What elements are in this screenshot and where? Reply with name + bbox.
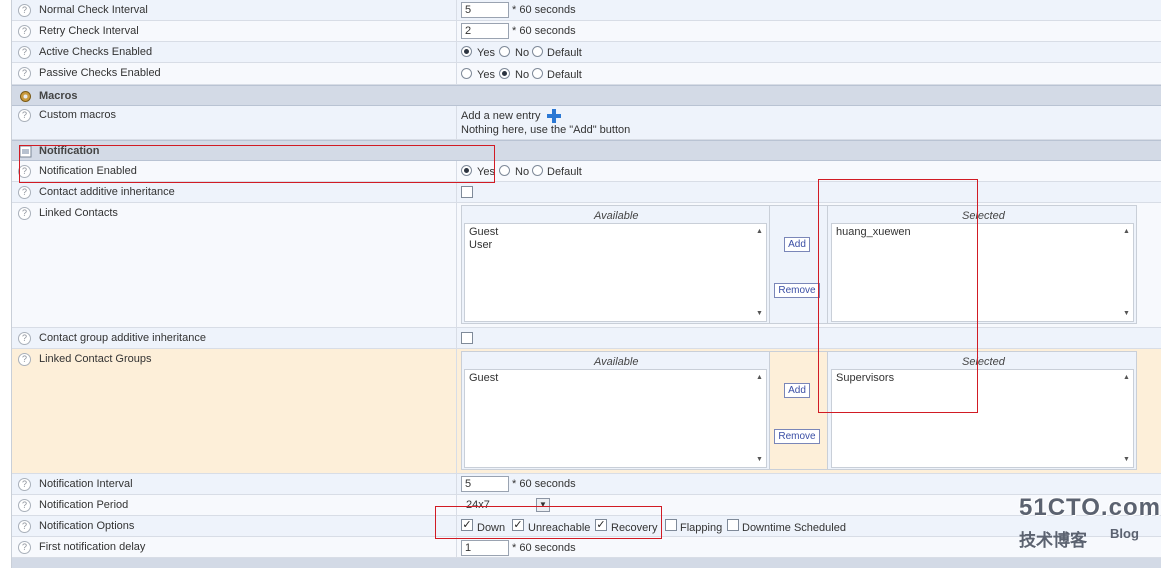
contact-group-additive-label: Contact group additive inheritance [39,332,206,344]
list-item[interactable]: Guest [469,226,498,238]
add-group-button[interactable]: Add [784,383,810,398]
notification-enabled-default-label: Default [547,166,582,178]
passive-checks-yes-label: Yes [477,69,495,81]
annotation-box-notification-enabled [19,145,495,183]
section-macros: Macros [12,85,1161,106]
help-icon[interactable]: ? [18,109,31,122]
scrollbar[interactable]: ▲ ▼ [754,370,766,467]
active-checks-yes-radio[interactable] [461,46,472,57]
linked-groups-available-panel: Available Guest ▲ ▼ [461,351,770,470]
notification-enabled-default-radio[interactable] [532,165,543,176]
row-custom-macros: ? Custom macros Add a new entry Nothing h… [12,106,1161,140]
notification-interval-input[interactable] [461,476,509,492]
linked-groups-available-list[interactable]: Guest ▲ ▼ [464,369,767,468]
linked-groups-available-header: Available [594,356,639,368]
normal-check-interval-input[interactable] [461,2,509,18]
option-downtime-label: Downtime Scheduled [742,522,846,534]
row-retry-check-interval: ? Retry Check Interval * 60 seconds [12,21,1161,42]
help-icon[interactable]: ? [18,4,31,17]
notification-enabled-no-radio[interactable] [499,165,510,176]
active-checks-no-label: No [515,47,530,59]
help-icon[interactable]: ? [18,478,31,491]
option-flapping-label: Flapping [680,522,723,534]
linked-contacts-available-panel: Available Guest User ▲ ▼ [461,205,770,324]
scrollbar[interactable]: ▲ ▼ [1121,370,1133,467]
help-icon[interactable]: ? [18,541,31,554]
linked-contacts-label: Linked Contacts [39,207,118,219]
help-icon[interactable]: ? [18,67,31,80]
row-contact-additive: ? Contact additive inheritance [12,182,1161,203]
retry-check-interval-unit: * 60 seconds [512,25,576,37]
remove-contact-button[interactable]: Remove [774,283,820,298]
passive-checks-no-radio[interactable] [499,68,510,79]
linked-contact-groups-label: Linked Contact Groups [39,353,152,365]
help-icon[interactable]: ? [18,499,31,512]
option-flapping-checkbox[interactable] [665,519,677,531]
annotation-box-selected-contacts [818,179,978,413]
notification-interval-label: Notification Interval [39,478,133,490]
service-config-form: ? Normal Check Interval * 60 seconds ? Ret… [11,0,1161,568]
gear-icon [20,91,31,102]
passive-checks-no-label: No [515,69,530,81]
active-checks-default-label: Default [547,47,582,59]
active-checks-no-radio[interactable] [499,46,510,57]
notification-period-label: Notification Period [39,499,129,511]
passive-checks-yes-radio[interactable] [461,68,472,79]
normal-check-interval-unit: * 60 seconds [512,4,576,16]
watermark-logo-text: 51CTO.com [1019,494,1161,521]
section-macros-title: Macros [39,90,78,102]
passive-checks-label: Passive Checks Enabled [39,67,161,79]
help-icon[interactable]: ? [18,186,31,199]
row-contact-group-additive: ? Contact group additive inheritance [12,328,1161,349]
option-downtime-checkbox[interactable] [727,519,739,531]
active-checks-label: Active Checks Enabled [39,46,153,58]
help-icon[interactable]: ? [18,332,31,345]
row-first-notification-delay: ? First notification delay * 60 seconds [12,537,1161,558]
retry-check-interval-input[interactable] [461,23,509,39]
first-notification-delay-unit: * 60 seconds [512,542,576,554]
row-normal-check-interval: ? Normal Check Interval * 60 seconds [12,0,1161,21]
help-icon[interactable]: ? [18,353,31,366]
active-checks-yes-label: Yes [477,47,495,59]
retry-check-interval-label: Retry Check Interval [39,25,139,37]
annotation-box-notification-options [435,506,662,539]
custom-macros-label: Custom macros [39,109,117,121]
add-entry-plus-icon[interactable] [547,109,561,123]
form-footer-bar [12,558,1161,568]
passive-checks-default-label: Default [547,69,582,81]
notification-interval-unit: * 60 seconds [512,478,576,490]
list-item[interactable]: User [469,239,492,251]
help-icon[interactable]: ? [18,25,31,38]
watermark-blog-text: Blog [1110,526,1139,541]
row-linked-contact-groups: ? Linked Contact Groups Available Guest ▲… [12,349,1161,474]
row-passive-checks: ? Passive Checks Enabled Yes No Default [12,63,1161,85]
contact-group-additive-checkbox[interactable] [461,332,473,344]
scrollbar[interactable]: ▲ ▼ [1121,224,1133,321]
notification-options-label: Notification Options [39,520,135,532]
notification-enabled-no-label: No [515,166,530,178]
first-notification-delay-input[interactable] [461,540,509,556]
help-icon[interactable]: ? [18,520,31,533]
macros-empty-text: Nothing here, use the "Add" button [461,124,631,136]
passive-checks-default-radio[interactable] [532,68,543,79]
scrollbar[interactable]: ▲ ▼ [754,224,766,321]
linked-contacts-available-header: Available [594,210,639,222]
add-contact-button[interactable]: Add [784,237,810,252]
linked-contacts-available-list[interactable]: Guest User ▲ ▼ [464,223,767,322]
watermark-sub-text: 技术博客 [1019,531,1087,551]
list-item[interactable]: Guest [469,372,498,384]
active-checks-default-radio[interactable] [532,46,543,57]
add-entry-link[interactable]: Add a new entry [461,110,541,122]
normal-check-interval-label: Normal Check Interval [39,4,148,16]
help-icon[interactable]: ? [18,46,31,59]
remove-group-button[interactable]: Remove [774,429,820,444]
contact-additive-label: Contact additive inheritance [39,186,175,198]
row-notification-interval: ? Notification Interval * 60 seconds [12,474,1161,495]
row-linked-contacts: ? Linked Contacts Available Guest User ▲ ▼… [12,203,1161,328]
help-icon[interactable]: ? [18,207,31,220]
row-active-checks: ? Active Checks Enabled Yes No Default [12,42,1161,63]
contact-additive-checkbox[interactable] [461,186,473,198]
first-notification-delay-label: First notification delay [39,541,146,553]
